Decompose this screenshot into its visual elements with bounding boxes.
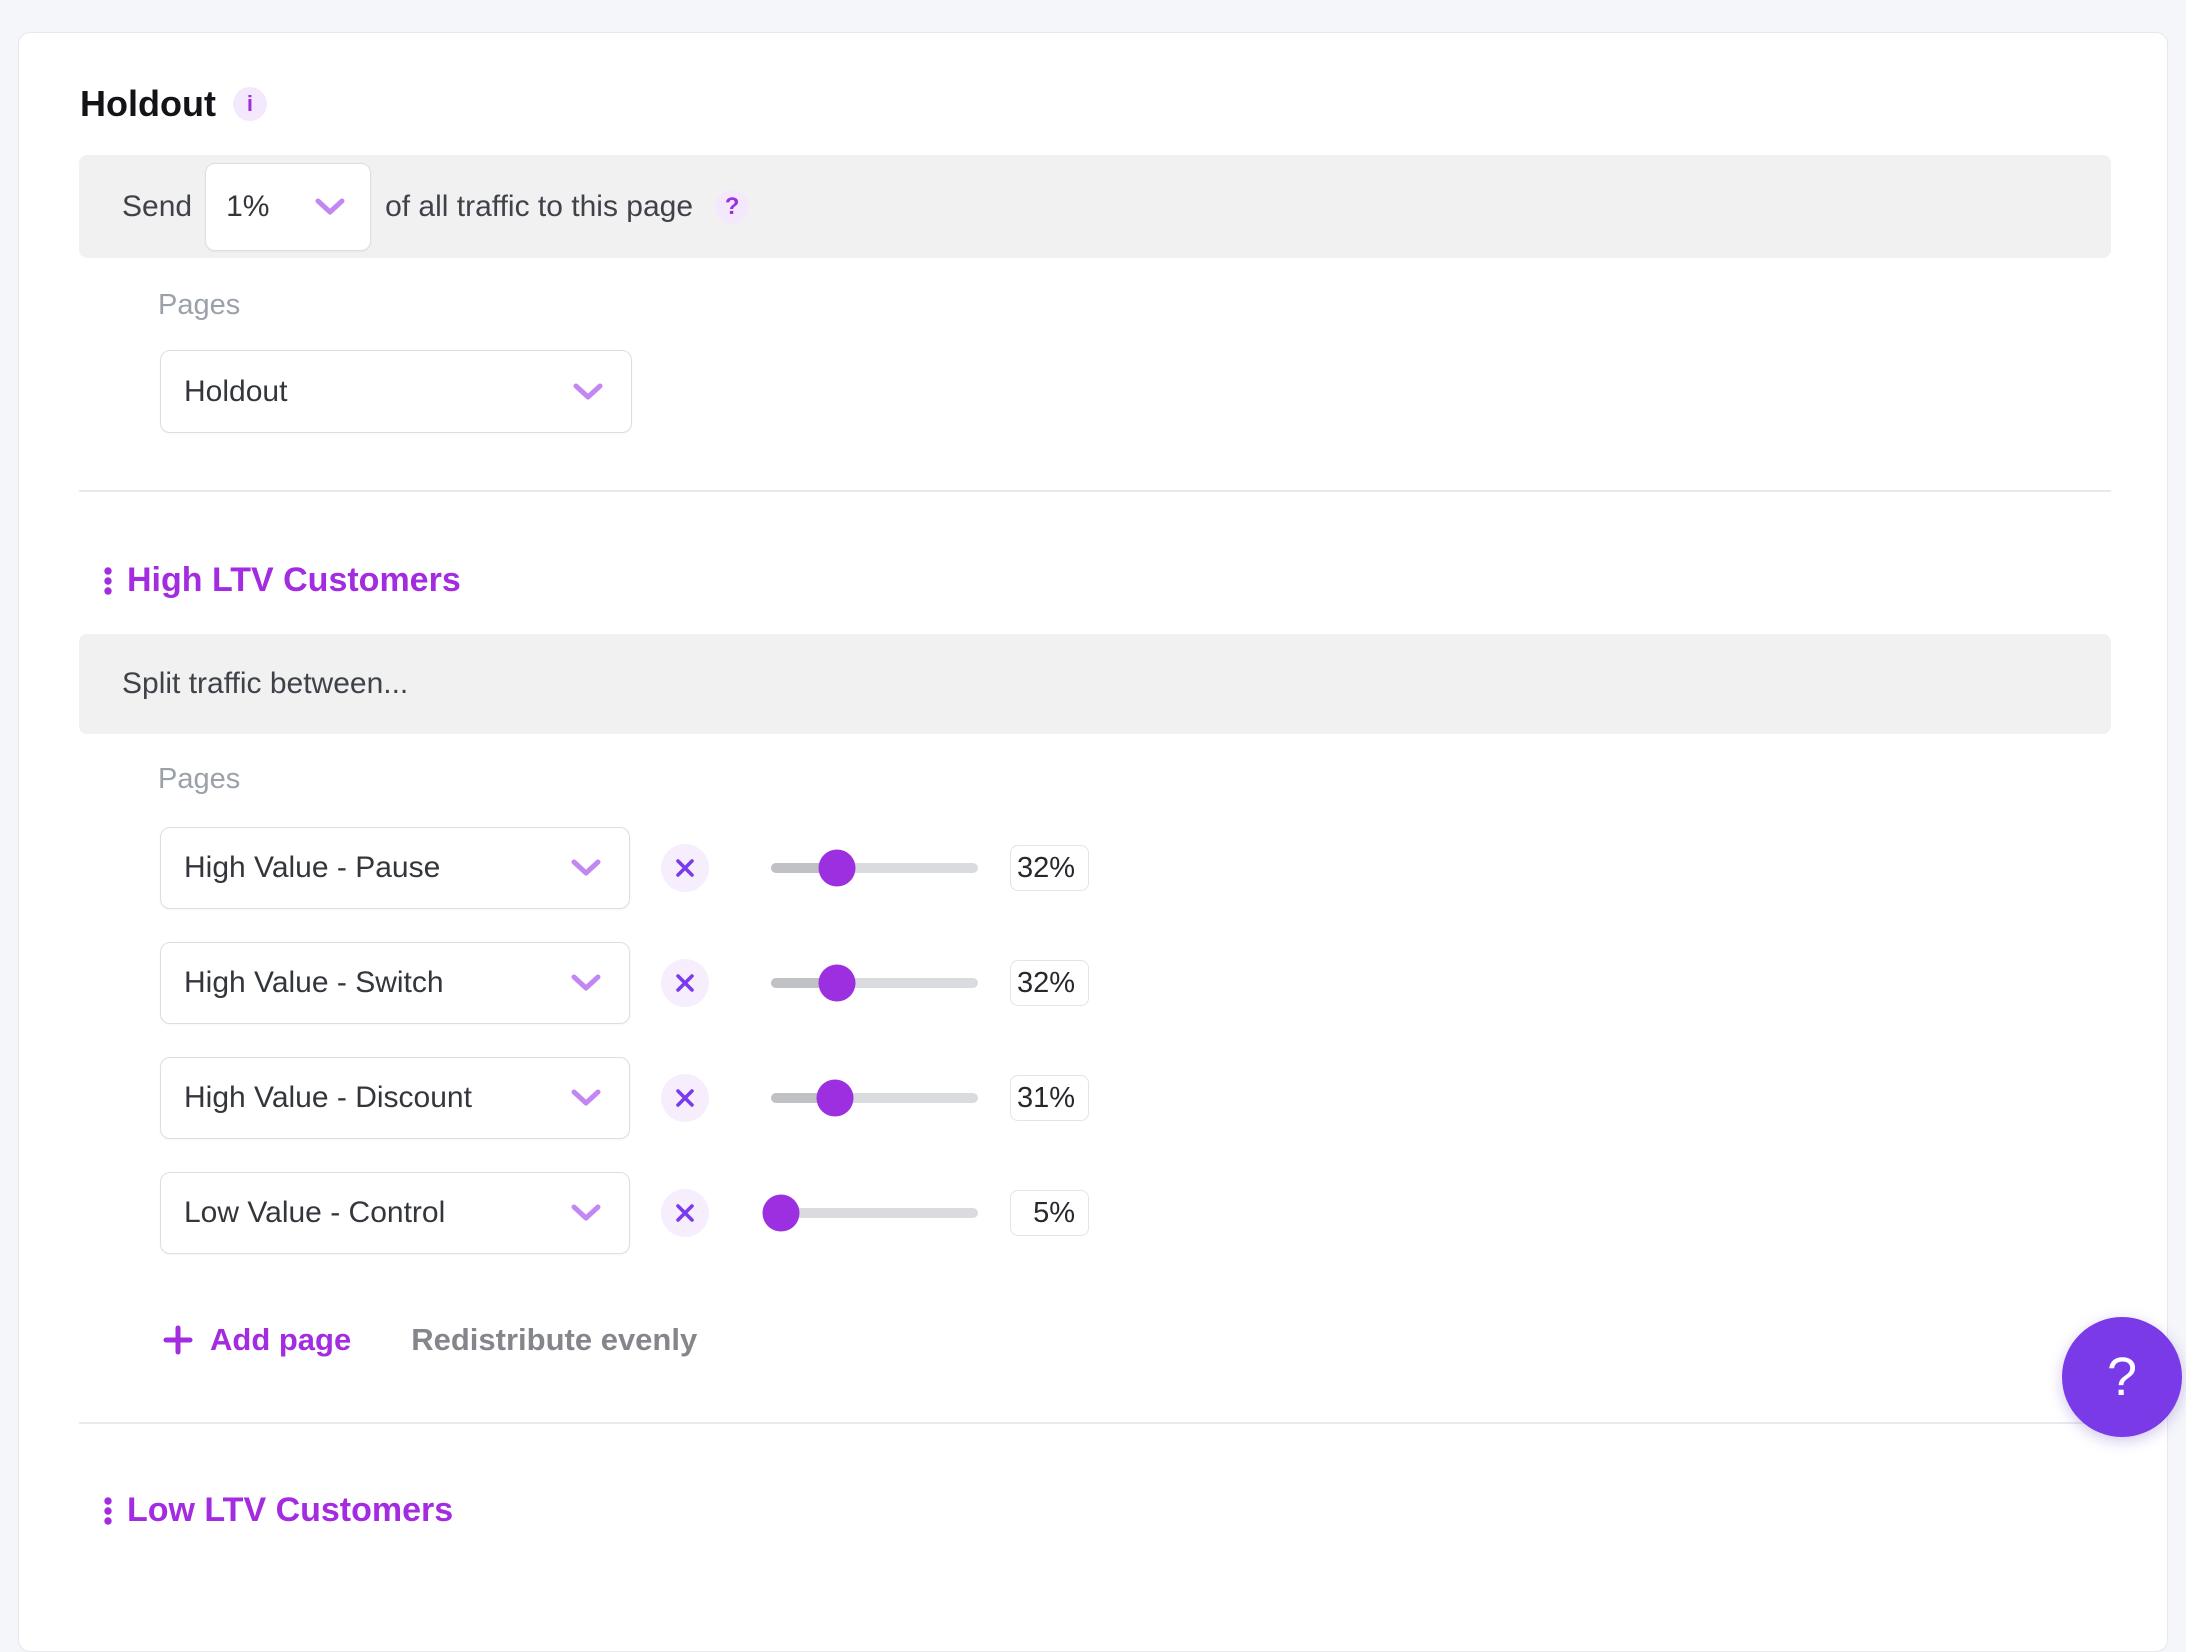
slider-thumb[interactable] xyxy=(763,1195,800,1232)
holdout-traffic-band: Send 1% of all traffic to this page ? xyxy=(79,155,2111,258)
close-icon xyxy=(674,972,696,994)
page-select-value: Low Value - Control xyxy=(184,1196,445,1230)
percent-value: 31% xyxy=(1017,1082,1075,1115)
chevron-down-icon xyxy=(573,383,603,401)
split-traffic-band: Split traffic between... xyxy=(79,634,2111,734)
info-icon[interactable]: i xyxy=(233,87,267,121)
percent-value: 5% xyxy=(1033,1197,1075,1230)
experiment-card: Holdout i Send 1% of all traffic to this… xyxy=(18,32,2168,1652)
traffic-suffix-label: of all traffic to this page xyxy=(385,190,693,224)
drag-handle-icon[interactable] xyxy=(103,1496,113,1526)
percent-value: 32% xyxy=(1017,852,1075,885)
percent-value: 32% xyxy=(1017,967,1075,1000)
remove-page-button[interactable] xyxy=(661,959,709,1007)
pages-label-split: Pages xyxy=(158,763,240,796)
close-icon xyxy=(674,857,696,879)
slider-thumb[interactable] xyxy=(819,850,856,887)
page-select[interactable]: Low Value - Control xyxy=(160,1172,630,1254)
page-row: High Value - Pause 32% xyxy=(160,827,2111,909)
percent-input[interactable]: 32% xyxy=(1010,845,1089,891)
page-select-value: High Value - Discount xyxy=(184,1081,472,1115)
chevron-down-icon xyxy=(571,859,601,877)
section-divider xyxy=(79,490,2111,492)
page-select[interactable]: High Value - Switch xyxy=(160,942,630,1024)
split-traffic-label: Split traffic between... xyxy=(122,667,408,701)
traffic-slider[interactable] xyxy=(771,1193,978,1233)
traffic-percent-select[interactable]: 1% xyxy=(205,163,371,251)
help-fab-button[interactable]: ? xyxy=(2062,1317,2182,1437)
holdout-page-select-value: Holdout xyxy=(184,375,287,409)
page-row: Low Value - Control 5% xyxy=(160,1172,2111,1254)
percent-input[interactable]: 31% xyxy=(1010,1075,1089,1121)
page-title: Holdout xyxy=(80,83,216,125)
help-icon[interactable]: ? xyxy=(715,190,749,224)
pages-rows: High Value - Pause 32% High Value - Swit… xyxy=(19,827,2111,1287)
slider-thumb[interactable] xyxy=(819,965,856,1002)
send-label: Send xyxy=(122,190,192,224)
page-row: High Value - Discount 31% xyxy=(160,1057,2111,1139)
low-ltv-title: Low LTV Customers xyxy=(127,1491,453,1530)
traffic-percent-value: 1% xyxy=(226,190,269,224)
pages-label-holdout: Pages xyxy=(158,289,240,322)
slider-thumb[interactable] xyxy=(817,1080,854,1117)
close-icon xyxy=(674,1087,696,1109)
remove-page-button[interactable] xyxy=(661,1074,709,1122)
remove-page-button[interactable] xyxy=(661,1189,709,1237)
drag-handle-icon[interactable] xyxy=(103,566,113,596)
page-select-value: High Value - Switch xyxy=(184,966,444,1000)
row-actions: Add page Redistribute evenly xyxy=(163,1310,697,1370)
chevron-down-icon xyxy=(571,1204,601,1222)
holdout-header: Holdout i xyxy=(80,83,267,125)
chevron-down-icon xyxy=(571,974,601,992)
page-select[interactable]: High Value - Discount xyxy=(160,1057,630,1139)
page-row: High Value - Switch 32% xyxy=(160,942,2111,1024)
traffic-slider[interactable] xyxy=(771,963,978,1003)
traffic-slider[interactable] xyxy=(771,848,978,888)
page-select-value: High Value - Pause xyxy=(184,851,440,885)
holdout-page-select[interactable]: Holdout xyxy=(160,350,632,433)
add-page-button[interactable]: Add page xyxy=(163,1322,351,1358)
chevron-down-icon xyxy=(315,198,345,216)
slider-track[interactable] xyxy=(771,1208,978,1218)
page-select[interactable]: High Value - Pause xyxy=(160,827,630,909)
low-ltv-header: Low LTV Customers xyxy=(103,1491,453,1530)
add-page-label: Add page xyxy=(210,1322,351,1358)
high-ltv-header: High LTV Customers xyxy=(103,561,461,600)
chevron-down-icon xyxy=(571,1089,601,1107)
plus-icon xyxy=(163,1325,193,1355)
section-divider xyxy=(79,1422,2111,1424)
remove-page-button[interactable] xyxy=(661,844,709,892)
percent-input[interactable]: 32% xyxy=(1010,960,1089,1006)
redistribute-evenly-button[interactable]: Redistribute evenly xyxy=(411,1322,697,1358)
percent-input[interactable]: 5% xyxy=(1010,1190,1089,1236)
close-icon xyxy=(674,1202,696,1224)
traffic-slider[interactable] xyxy=(771,1078,978,1118)
high-ltv-title: High LTV Customers xyxy=(127,561,461,600)
